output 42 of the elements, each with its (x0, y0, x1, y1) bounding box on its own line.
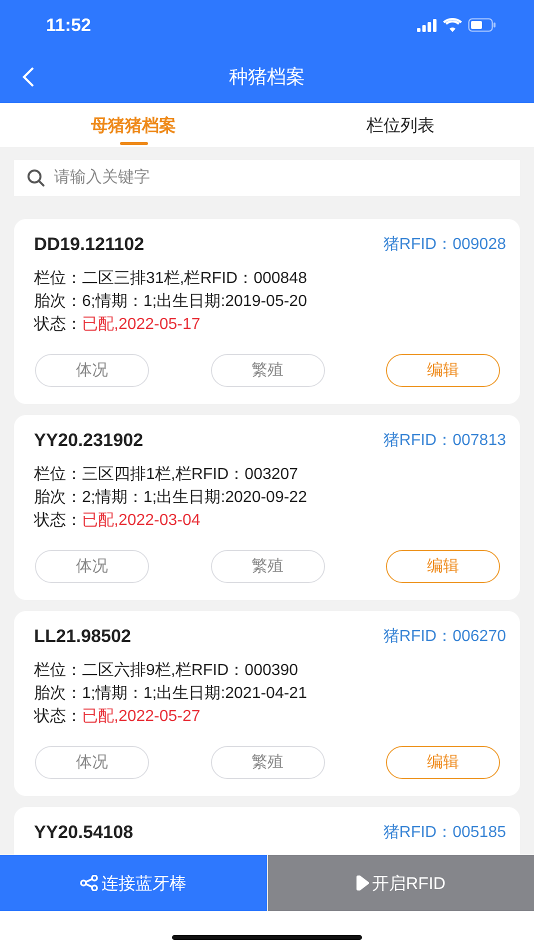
record-id: LL21.98502 (34, 626, 132, 646)
tab[interactable]: 母猪猪档案 (0, 103, 267, 147)
status-label: 状态： (34, 708, 82, 725)
record-detail: 栏位：二区六排9栏,栏RFID：000390 (34, 660, 300, 681)
action-button[interactable]: 体况 (35, 550, 149, 583)
status-label: 状态： (34, 512, 82, 529)
search-field[interactable]: 请输入关键字 (14, 160, 520, 196)
action-button[interactable]: 体况 (35, 746, 149, 779)
edit-button[interactable]: 编辑 (386, 746, 500, 779)
rfid-label: 猪RFID：009028 (383, 234, 506, 254)
edit-button[interactable]: 编辑 (386, 550, 500, 583)
status-value: 已配,2022-03-04 (82, 512, 200, 529)
record-id: YY20.54108 (34, 822, 134, 842)
record-detail: 栏位：二区三排31栏,栏RFID：000848 (34, 269, 308, 289)
action-button[interactable]: 繁殖 (210, 354, 324, 387)
wifi-icon (443, 18, 462, 32)
status-value: 已配,2022-05-17 (82, 316, 200, 333)
action-button[interactable]: 体况 (35, 354, 149, 387)
rfid-label: 猪RFID：006270 (383, 626, 506, 646)
action-button[interactable]: 繁殖 (210, 550, 324, 583)
edit-button[interactable]: 编辑 (386, 354, 500, 387)
clock-time: 11:52 (46, 14, 92, 36)
record-id: YY20.231902 (34, 430, 144, 450)
record-id: DD19.121102 (34, 234, 144, 254)
signal-icon (417, 18, 437, 32)
screen-title: 种猪档案 (229, 66, 305, 90)
back-icon[interactable] (21, 66, 35, 88)
share-icon (80, 875, 98, 891)
record-detail: 胎次：2;情期：1;出生日期:2020-09-22 (34, 488, 308, 508)
rfid-label: 猪RFID：007813 (383, 430, 506, 450)
record-detail: 栏位：三区四排1栏,栏RFID：003207 (34, 465, 300, 485)
bluetooth-button[interactable]: 连接蓝牙棒 (0, 855, 268, 911)
record-detail: 胎次：1;情期：1;出生日期:2021-04-21 (34, 684, 308, 704)
rfid-label: 猪RFID：005185 (383, 822, 506, 842)
record-detail: 胎次：6;情期：1;出生日期:2019-05-20 (34, 292, 308, 312)
action-button[interactable]: 繁殖 (210, 746, 324, 779)
play-icon (356, 875, 369, 891)
status-label: 状态： (34, 316, 82, 333)
rfid-button[interactable]: 开启RFID (268, 855, 534, 911)
tab[interactable]: 栏位列表 (267, 103, 534, 147)
status-value: 已配,2022-05-27 (82, 708, 200, 725)
battery-icon (468, 18, 496, 32)
